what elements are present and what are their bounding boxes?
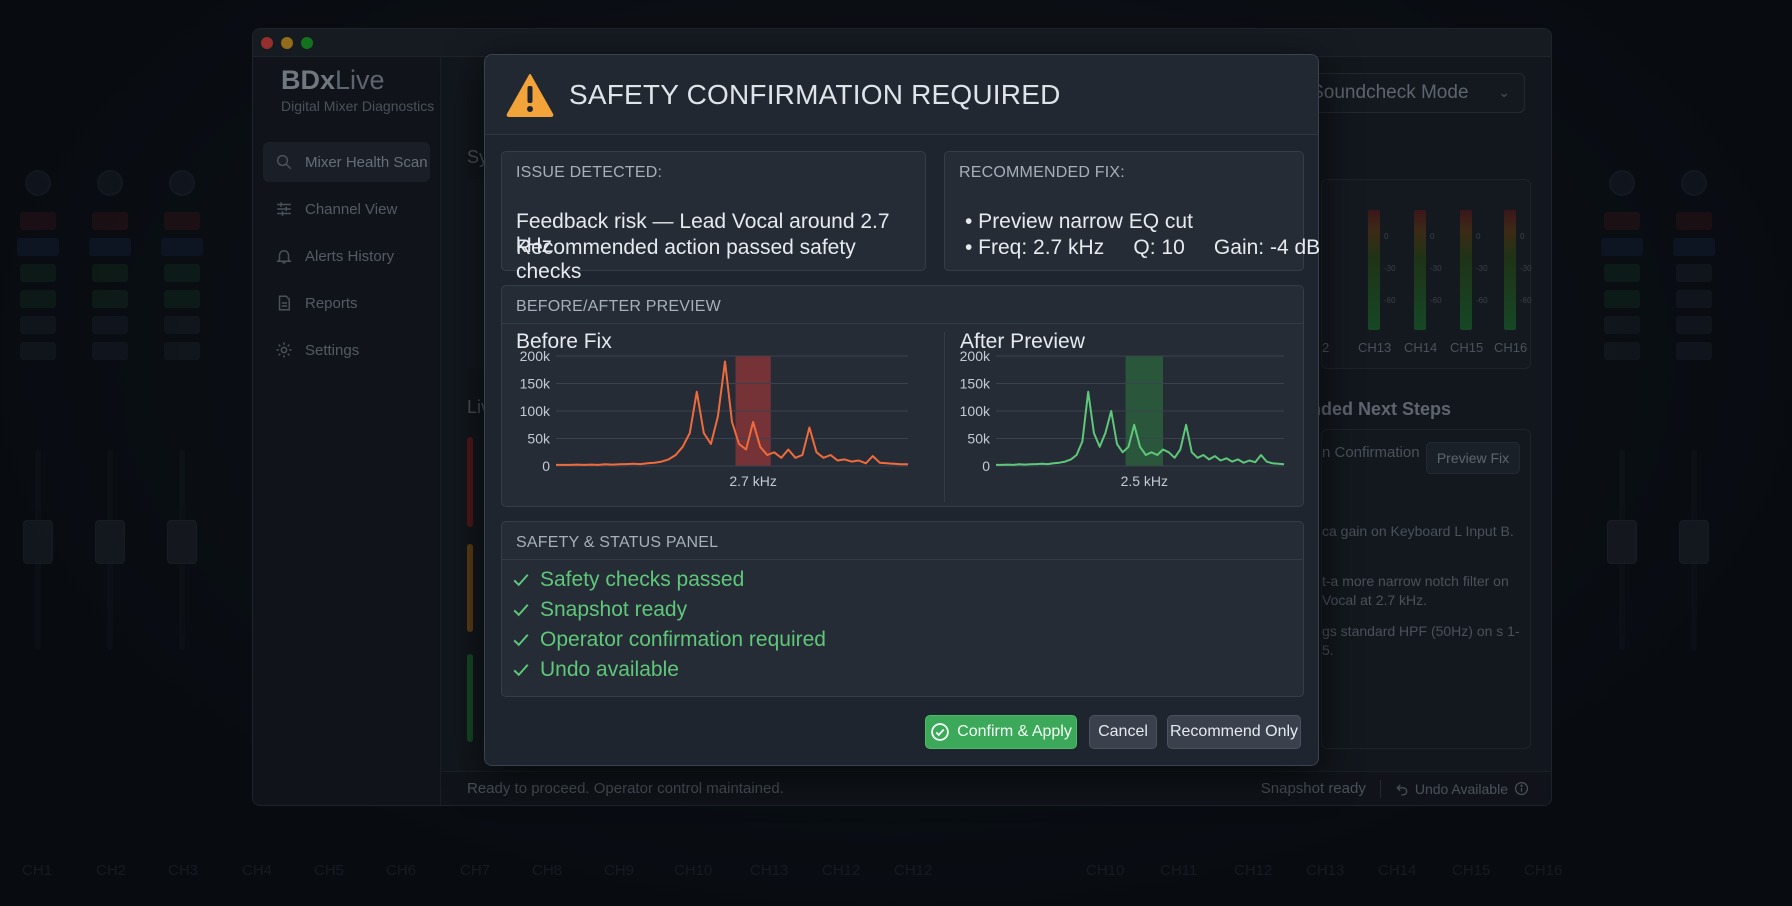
y-tick-label: 100k <box>520 403 551 419</box>
after-preview-chart: 200k 150k 100k 50k 0 2.5 kHz <box>960 348 1285 489</box>
safety-item-label: Snapshot ready <box>540 598 688 621</box>
x-tick-label: 2.7 kHz <box>729 473 776 489</box>
safety-confirmation-dialog: SAFETY CONFIRMATION REQUIRED ISSUE DETEC… <box>484 54 1320 766</box>
y-tick-label: 0 <box>982 458 990 474</box>
confirm-apply-label: Confirm & Apply <box>957 723 1072 740</box>
y-tick-label: 50k <box>967 431 991 447</box>
fix-line: • Preview narrow EQ cut <box>965 210 1193 233</box>
safety-item: Undo available <box>512 658 679 682</box>
chart-divider <box>944 332 945 502</box>
safety-item-label: Operator confirmation required <box>540 628 826 651</box>
recommended-fix-label: RECOMMENDED FIX: <box>959 164 1125 181</box>
before-fix-chart: 200k 150k 100k 50k 0 2.7 kHz <box>520 348 908 489</box>
safety-item-label: Undo available <box>540 658 679 681</box>
issue-detected-label: ISSUE DETECTED: <box>516 164 663 181</box>
before-after-preview-card: BEFORE/AFTER PREVIEW Before Fix After Pr… <box>501 285 1304 507</box>
check-icon <box>513 664 529 677</box>
check-icon <box>513 634 529 647</box>
check-icon <box>513 574 529 587</box>
issue-line: Recommended action passed safety checks <box>516 236 856 283</box>
warning-triangle-icon <box>506 73 554 117</box>
recommended-fix-card: RECOMMENDED FIX: • Preview narrow EQ cut… <box>944 151 1320 271</box>
check-icon <box>513 604 529 617</box>
confirm-apply-button[interactable]: Confirm & Apply <box>925 715 1077 749</box>
safety-item: Operator confirmation required <box>512 628 826 652</box>
cancel-button[interactable]: Cancel <box>1089 715 1157 749</box>
y-tick-label: 100k <box>960 403 991 419</box>
safety-status-panel: SAFETY & STATUS PANEL Safety checks pass… <box>501 521 1304 697</box>
y-tick-label: 200k <box>960 348 991 364</box>
safety-header: SAFETY & STATUS PANEL <box>502 522 1303 560</box>
fix-line: • Freq: 2.7 kHz Q: 10 Gain: -4 dB <box>965 236 1321 259</box>
y-tick-label: 150k <box>520 376 551 392</box>
series-line <box>556 360 908 466</box>
y-tick-label: 200k <box>520 348 551 364</box>
dialog-header: SAFETY CONFIRMATION REQUIRED <box>485 55 1318 135</box>
recommend-only-button[interactable]: Recommend Only <box>1167 715 1301 749</box>
safety-item: Safety checks passed <box>512 568 744 592</box>
safety-item-label: Safety checks passed <box>540 568 745 591</box>
preview-header: BEFORE/AFTER PREVIEW <box>502 286 1303 324</box>
dialog-title: SAFETY CONFIRMATION REQUIRED <box>569 78 1061 110</box>
y-tick-label: 50k <box>527 431 551 447</box>
issue-detected-card: ISSUE DETECTED: Feedback risk — Lead Voc… <box>501 151 926 283</box>
y-tick-label: 150k <box>960 376 991 392</box>
safety-label: SAFETY & STATUS PANEL <box>516 534 719 551</box>
check-circle-icon <box>931 723 949 741</box>
preview-label: BEFORE/AFTER PREVIEW <box>516 298 721 315</box>
x-tick-label: 2.5 kHz <box>1121 473 1168 489</box>
y-tick-label: 0 <box>542 458 550 474</box>
safety-item: Snapshot ready <box>512 598 687 622</box>
